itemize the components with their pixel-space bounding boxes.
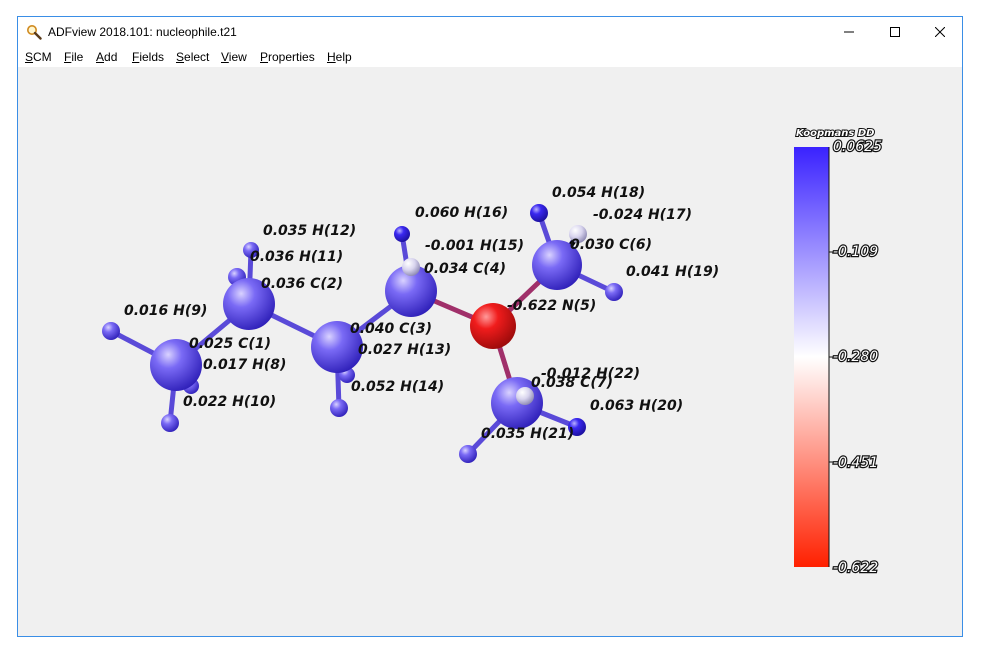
label-h11: 0.036 H(11)	[250, 249, 343, 265]
colorbar-tick-label: 0.0625	[833, 139, 882, 155]
label-h13: 0.027 H(13)	[358, 342, 451, 358]
colorbar-tick-label: -0.451	[833, 455, 878, 471]
atom-h9[interactable]	[102, 322, 120, 340]
atom-h10[interactable]	[161, 414, 179, 432]
molecule-scene[interactable]: 0.025 C(1) 0.036 C(2) 0.040 C(3) 0.034 C…	[1, 1, 985, 661]
atom-h19[interactable]	[605, 283, 623, 301]
label-h18: 0.054 H(18)	[552, 185, 645, 201]
label-h19: 0.041 H(19)	[626, 264, 719, 280]
app-window: ADFview 2018.101: nucleophile.t21 SCM Fi…	[17, 16, 963, 637]
label-h16: 0.060 H(16)	[415, 205, 508, 221]
atom-h18[interactable]	[530, 204, 548, 222]
atom-h14[interactable]	[330, 399, 348, 417]
colorbar-legend: Koopmans DD 0.0625 -0.109 -0.280 -0.451 …	[794, 127, 883, 577]
label-h20: 0.063 H(20)	[590, 398, 683, 414]
colorbar-title: Koopmans DD	[796, 128, 874, 139]
label-h17: -0.024 H(17)	[593, 207, 692, 223]
colorbar-gradient	[794, 147, 829, 567]
colorbar-tick-label: -0.280	[833, 349, 878, 365]
label-c1: 0.025 C(1)	[189, 336, 271, 352]
label-h9: 0.016 H(9)	[124, 303, 207, 319]
colorbar-tick-label: -0.109	[833, 244, 878, 260]
atom-h16[interactable]	[394, 226, 410, 242]
label-n5: -0.622 N(5)	[507, 298, 596, 314]
label-h21: 0.035 H(21)	[481, 426, 574, 442]
label-c6: 0.030 C(6)	[570, 237, 652, 253]
label-c2: 0.036 C(2)	[261, 276, 343, 292]
molecule-viewport[interactable]: 0.025 C(1) 0.036 C(2) 0.040 C(3) 0.034 C…	[18, 67, 962, 636]
atom-h21[interactable]	[459, 445, 477, 463]
colorbar-tick-label: -0.622	[833, 560, 878, 576]
label-h12: 0.035 H(12)	[263, 223, 356, 239]
label-h14: 0.052 H(14)	[351, 379, 444, 395]
label-h15: -0.001 H(15)	[425, 238, 524, 254]
label-c3: 0.040 C(3)	[350, 321, 432, 337]
label-c4: 0.034 C(4)	[424, 261, 506, 277]
label-h10: 0.022 H(10)	[183, 394, 276, 410]
label-h22: -0.012 H(22)	[541, 366, 640, 382]
atom-h15[interactable]	[402, 258, 420, 276]
label-h8: 0.017 H(8)	[203, 357, 286, 373]
